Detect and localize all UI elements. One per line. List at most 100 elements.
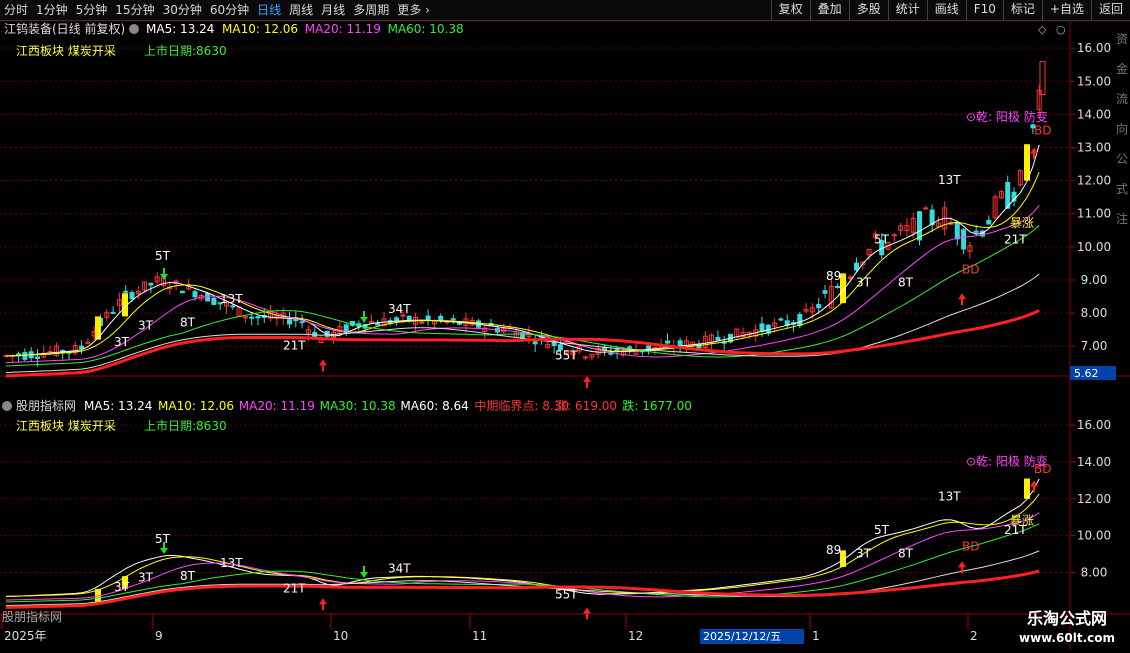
toolbar-button-3[interactable]: 统计	[887, 0, 927, 20]
last-candle	[1039, 60, 1046, 96]
label-3t-c-main: 3T	[856, 276, 872, 290]
candle-body	[532, 341, 538, 345]
candle-body	[677, 340, 683, 347]
main-menu-icon[interactable]	[129, 24, 139, 34]
main-title: 江钨装备(日线 前复权)	[4, 21, 125, 36]
candle-body	[778, 318, 784, 321]
ma-long-line-sub	[5, 550, 1040, 607]
label-5t-main: 5T	[155, 249, 171, 263]
kline-chart[interactable]: 16.00 15.00 14.00 13.00 12.00 11.00 10.00 9.00 8…	[0, 20, 1130, 650]
side-text-char: 金	[1116, 61, 1128, 76]
toolbar-button-2[interactable]: 多股	[848, 0, 888, 20]
toolbar-button-1[interactable]: 叠加	[809, 0, 849, 20]
chart-area[interactable]: 16.00 15.00 14.00 13.00 12.00 11.00 10.00 9.00 8…	[0, 20, 1130, 650]
sub-price-tick: 12.00	[1077, 492, 1111, 506]
label-34t-sub: 34T	[388, 561, 411, 575]
label-3t-a-main: 3T	[114, 335, 130, 349]
label-bd-b-main: BD	[1034, 123, 1051, 137]
watermark: 乐淘公式网 www.60lt.com	[1008, 608, 1126, 646]
period-tab-1[interactable]: 1分钟	[32, 0, 72, 20]
toolbar-button-4[interactable]: 画线	[926, 0, 966, 20]
buy-arrow-c-main	[958, 293, 966, 306]
buy-arrow-b-main	[583, 376, 591, 388]
sub-indicator-label: MA20: 11.19	[239, 399, 315, 413]
candle-body	[520, 331, 526, 339]
main-ma-label: MA5: 13.24	[146, 22, 214, 36]
candle-body	[450, 318, 456, 321]
candle-body	[419, 321, 425, 324]
signal-label-sub: ⊙乾: 阳极 防变	[966, 454, 1048, 469]
time-label: 9	[155, 629, 163, 643]
period-tab-3[interactable]: 15分钟	[111, 0, 158, 20]
candle-body	[192, 291, 198, 298]
side-text-char: 注	[1116, 211, 1128, 226]
candle-body	[822, 290, 828, 294]
period-tab-7[interactable]: 周线	[285, 0, 317, 20]
main-ma-label: MA20: 11.19	[305, 22, 381, 36]
sub-indicator-label: 跌: 1677.00	[622, 398, 691, 413]
candle-body	[665, 340, 670, 344]
toolbar-button-8[interactable]: 返回	[1090, 0, 1130, 20]
side-text-char: 向	[1116, 121, 1128, 136]
candle-body	[854, 262, 859, 271]
candle-body	[148, 282, 154, 286]
candle-body	[583, 356, 589, 359]
toolbar-button-0[interactable]: 复权	[770, 0, 810, 20]
main-price-tick: 16.00	[1077, 41, 1111, 55]
period-tab-6[interactable]: 日线	[253, 0, 285, 20]
main-sector-info: 江西板块 煤炭开采	[16, 44, 116, 58]
toolbar-button-7[interactable]: +自选	[1041, 0, 1091, 20]
period-tabs: 分时 1分钟 5分钟 15分钟 30分钟 60分钟 日线 周线 月线 多周期 更多 ›	[0, 0, 434, 20]
ma10-line-main	[5, 171, 1040, 357]
candle-body	[35, 356, 40, 359]
time-label: 12	[628, 629, 643, 643]
period-tab-4[interactable]: 30分钟	[159, 0, 206, 20]
candle-body	[797, 314, 803, 327]
candle-body	[923, 207, 929, 210]
sub-menu-icon[interactable]	[2, 401, 12, 411]
sub-sector-info: 江西板块 煤炭开采	[16, 419, 116, 433]
candle-body	[22, 352, 28, 360]
main-price-tick: 8.00	[1081, 306, 1108, 320]
time-label: 10	[333, 629, 348, 643]
sub-listing-info: 上市日期:8630	[144, 418, 227, 433]
label-8t-b-sub: 8T	[898, 547, 914, 561]
period-tab-2[interactable]: 5分钟	[72, 0, 112, 20]
toolbar-button-5[interactable]: F10	[965, 0, 1003, 20]
candle-body	[847, 276, 853, 279]
watermark-title: 乐淘公式网	[1026, 609, 1107, 628]
candle-body	[816, 304, 822, 309]
label-13t-b-main: 13T	[938, 173, 961, 187]
buy-arrow-a-sub	[319, 598, 327, 611]
period-tab-0[interactable]: 分时	[0, 0, 32, 20]
sub-indicator-label: 涨: 619.00	[555, 398, 617, 413]
candle-body	[835, 286, 841, 289]
candle-body	[551, 342, 557, 347]
period-tab-5[interactable]: 60分钟	[206, 0, 253, 20]
main-diamond-icon[interactable]: ◇	[1038, 23, 1047, 36]
main-price-tick: 11.00	[1077, 207, 1111, 221]
label-5t-sub: 5T	[155, 532, 171, 546]
main-price-tick: 7.00	[1081, 339, 1108, 353]
bottom-left-text: 股朋指标网	[2, 609, 62, 624]
signal-label-main: ⊙乾: 阳极 防变	[966, 109, 1048, 124]
candle-body	[205, 292, 211, 302]
period-tab-8[interactable]: 月线	[317, 0, 349, 20]
period-tab-9[interactable]: 多周期	[349, 0, 393, 20]
ma-long-line-main	[5, 273, 1040, 374]
label-surge-sub: 暴涨	[1010, 513, 1034, 528]
toolbar-button-6[interactable]: 标记	[1002, 0, 1042, 20]
side-text-char: 式	[1116, 182, 1128, 196]
sub-price-tick: 14.00	[1077, 455, 1111, 469]
sub-indicator-label: MA30: 10.38	[320, 399, 396, 413]
candle-body	[961, 229, 967, 250]
main-close-icon[interactable]: ○	[1056, 23, 1066, 36]
time-label: 2025年	[4, 629, 47, 643]
main-ma-label: MA10: 12.06	[222, 22, 298, 36]
current-price: 5.62	[1074, 367, 1099, 380]
label-13t-main: 13T	[220, 292, 243, 306]
label-8t-main: 8T	[180, 315, 196, 329]
top-toolbar: 分时 1分钟 5分钟 15分钟 30分钟 60分钟 日线 周线 月线 多周期 更多 › 复权 叠加 多股…	[0, 0, 1130, 21]
tool-buttons: 复权 叠加 多股 统计 画线 F10 标记 +自选 返回	[770, 0, 1130, 20]
period-tab-10[interactable]: 更多 ›	[393, 0, 434, 20]
